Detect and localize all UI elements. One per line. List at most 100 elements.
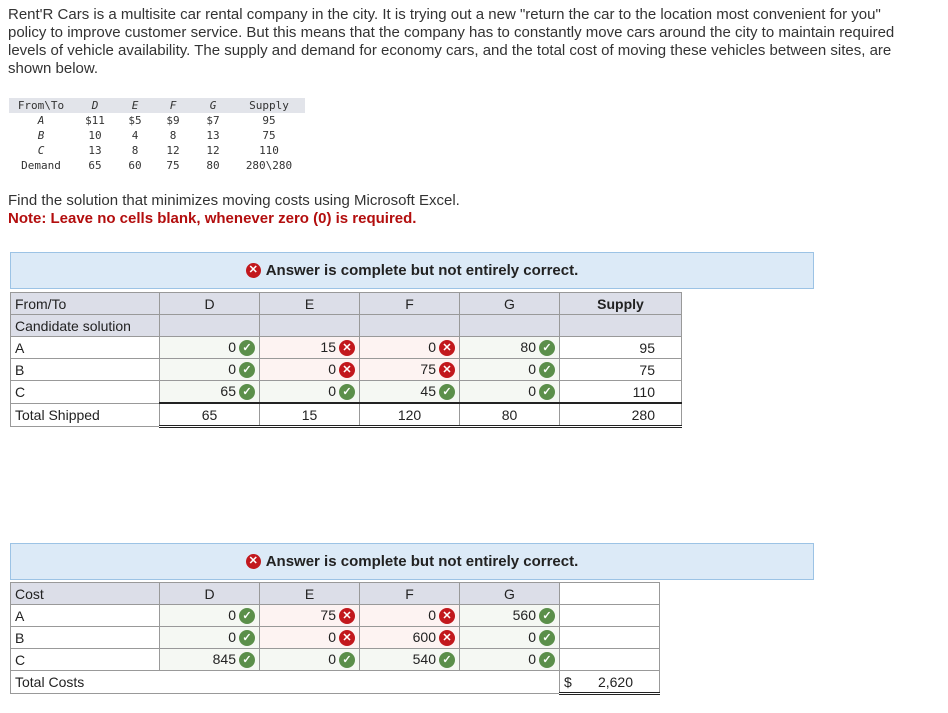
answer-cell[interactable]: 15 ✕ xyxy=(259,336,360,359)
column-header: E xyxy=(259,292,360,315)
answer-cell[interactable]: 75 ✕ xyxy=(359,358,460,381)
answer-cell[interactable]: 0 ✓ xyxy=(159,358,260,381)
answer-cell[interactable]: 0 ✕ xyxy=(259,358,360,381)
column-header: G xyxy=(459,582,560,605)
answer-cell[interactable]: 65 ✓ xyxy=(159,380,260,404)
answer-value[interactable]: 0 xyxy=(228,629,236,645)
row-label: C xyxy=(10,380,160,404)
banner-text: Answer is complete but not entirely corr… xyxy=(265,262,579,279)
given-cell: 110 xyxy=(259,144,279,157)
total-row: Total Costs $2,620 xyxy=(10,670,660,695)
header-cell xyxy=(359,314,460,337)
column-header: E xyxy=(117,98,153,113)
column-header: D xyxy=(73,98,117,113)
column-header: Cost xyxy=(10,582,160,605)
column-header: D xyxy=(159,292,260,315)
supply-value: 75 xyxy=(559,358,682,381)
row-label: B xyxy=(10,626,160,649)
correct-check-icon: ✓ xyxy=(239,608,255,625)
answer-value[interactable]: 15 xyxy=(320,339,336,355)
given-cell: 10 xyxy=(88,129,102,142)
answer-cell[interactable]: 0 ✓ xyxy=(159,626,260,649)
answer-value[interactable]: 0 xyxy=(328,361,336,377)
answer-cell[interactable]: 75 ✕ xyxy=(259,604,360,627)
column-header: G xyxy=(459,292,560,315)
answer-value[interactable]: 0 xyxy=(328,629,336,645)
row-label: A xyxy=(10,604,160,627)
given-cell: 60 xyxy=(128,159,142,172)
answer-cell[interactable]: 0 ✓ xyxy=(459,380,560,404)
answer-cell[interactable]: 0 ✓ xyxy=(159,336,260,359)
total-cost-value[interactable]: 2,620 xyxy=(598,674,655,690)
header-cell xyxy=(159,314,260,337)
answer-value[interactable]: 600 xyxy=(413,629,436,645)
answer-value[interactable]: 80 xyxy=(520,339,536,355)
row-label: B xyxy=(37,129,45,142)
empty-cell xyxy=(559,648,660,671)
given-cell: $5 xyxy=(128,114,142,127)
answer-cell[interactable]: 540 ✓ xyxy=(359,648,460,671)
incorrect-x-icon: ✕ xyxy=(439,630,455,647)
answer-cell[interactable]: 0 ✓ xyxy=(259,380,360,404)
answer-cell[interactable]: 0 ✓ xyxy=(259,648,360,671)
answer-cell[interactable]: 0 ✓ xyxy=(459,648,560,671)
answer-cell[interactable]: 600 ✕ xyxy=(359,626,460,649)
answer-value[interactable]: 0 xyxy=(328,651,336,667)
answer-cell[interactable]: 80 ✓ xyxy=(459,336,560,359)
incorrect-x-icon: ✕ xyxy=(339,608,355,625)
answer-value[interactable]: 75 xyxy=(320,607,336,623)
correct-check-icon: ✓ xyxy=(339,384,355,401)
correct-check-icon: ✓ xyxy=(239,340,255,357)
correct-check-icon: ✓ xyxy=(239,630,255,647)
given-cell: 65 xyxy=(88,159,102,172)
answer-value[interactable]: 0 xyxy=(228,607,236,623)
answer-value[interactable]: 75 xyxy=(420,361,436,377)
answer-value[interactable]: 65 xyxy=(220,383,236,399)
answer-value[interactable]: 0 xyxy=(528,361,536,377)
given-cell: 95 xyxy=(262,114,276,127)
total-cost-cell[interactable]: $2,620 xyxy=(559,670,660,695)
answer-cell[interactable]: 845 ✓ xyxy=(159,648,260,671)
answer-value[interactable]: 0 xyxy=(528,629,536,645)
cost-table: Cost D E F G A 0 ✓ 75 ✕ 0 ✕ 560 ✓ B 0 ✓ 0 ✕ 600 ✕ 0 ✓ C 845 ✓ 0 ✓ 54… xyxy=(10,582,660,695)
incorrect-icon: ✕ xyxy=(245,554,261,569)
table-row: C 65 ✓ 0 ✓ 45 ✓ 0 ✓ 110 xyxy=(10,380,682,404)
incorrect-x-icon: ✕ xyxy=(439,608,455,625)
supply-value: 110 xyxy=(559,380,682,404)
answer-cell[interactable]: 0 ✕ xyxy=(359,336,460,359)
column-header: F xyxy=(153,98,193,113)
instruction-text: Find the solution that minimizes moving … xyxy=(8,192,460,209)
column-header: E xyxy=(259,582,360,605)
answer-cell[interactable]: 0 ✕ xyxy=(359,604,460,627)
answer-value[interactable]: 0 xyxy=(528,651,536,667)
answer-value[interactable]: 0 xyxy=(228,339,236,355)
answer-value[interactable]: 45 xyxy=(420,383,436,399)
answer-status-banner: ✕ Answer is complete but not entirely cor… xyxy=(10,543,814,580)
answer-value[interactable]: 560 xyxy=(513,607,536,623)
answer-value[interactable]: 0 xyxy=(328,383,336,399)
answer-cell[interactable]: 45 ✓ xyxy=(359,380,460,404)
answer-value[interactable]: 0 xyxy=(428,607,436,623)
given-cell: $11 xyxy=(85,114,105,127)
answer-cell[interactable]: 0 ✓ xyxy=(459,626,560,649)
total-value: 65 xyxy=(159,402,260,428)
answer-cell[interactable]: 0 ✕ xyxy=(259,626,360,649)
empty-cell xyxy=(559,604,660,627)
answer-cell[interactable]: 0 ✓ xyxy=(159,604,260,627)
given-cell: 12 xyxy=(166,144,180,157)
row-label: A xyxy=(10,336,160,359)
answer-value[interactable]: 540 xyxy=(413,651,436,667)
answer-value[interactable]: 0 xyxy=(528,383,536,399)
row-label: B xyxy=(10,358,160,381)
answer-cell[interactable]: 560 ✓ xyxy=(459,604,560,627)
column-header: Supply xyxy=(233,98,305,113)
answer-value[interactable]: 845 xyxy=(213,651,236,667)
answer-value[interactable]: 0 xyxy=(428,339,436,355)
total-value: 15 xyxy=(259,402,360,428)
row-label: C xyxy=(10,648,160,671)
row-label: A xyxy=(37,114,45,127)
answer-value[interactable]: 0 xyxy=(228,361,236,377)
correct-check-icon: ✓ xyxy=(539,340,555,357)
answer-cell[interactable]: 0 ✓ xyxy=(459,358,560,381)
given-cell: 80 xyxy=(206,159,220,172)
